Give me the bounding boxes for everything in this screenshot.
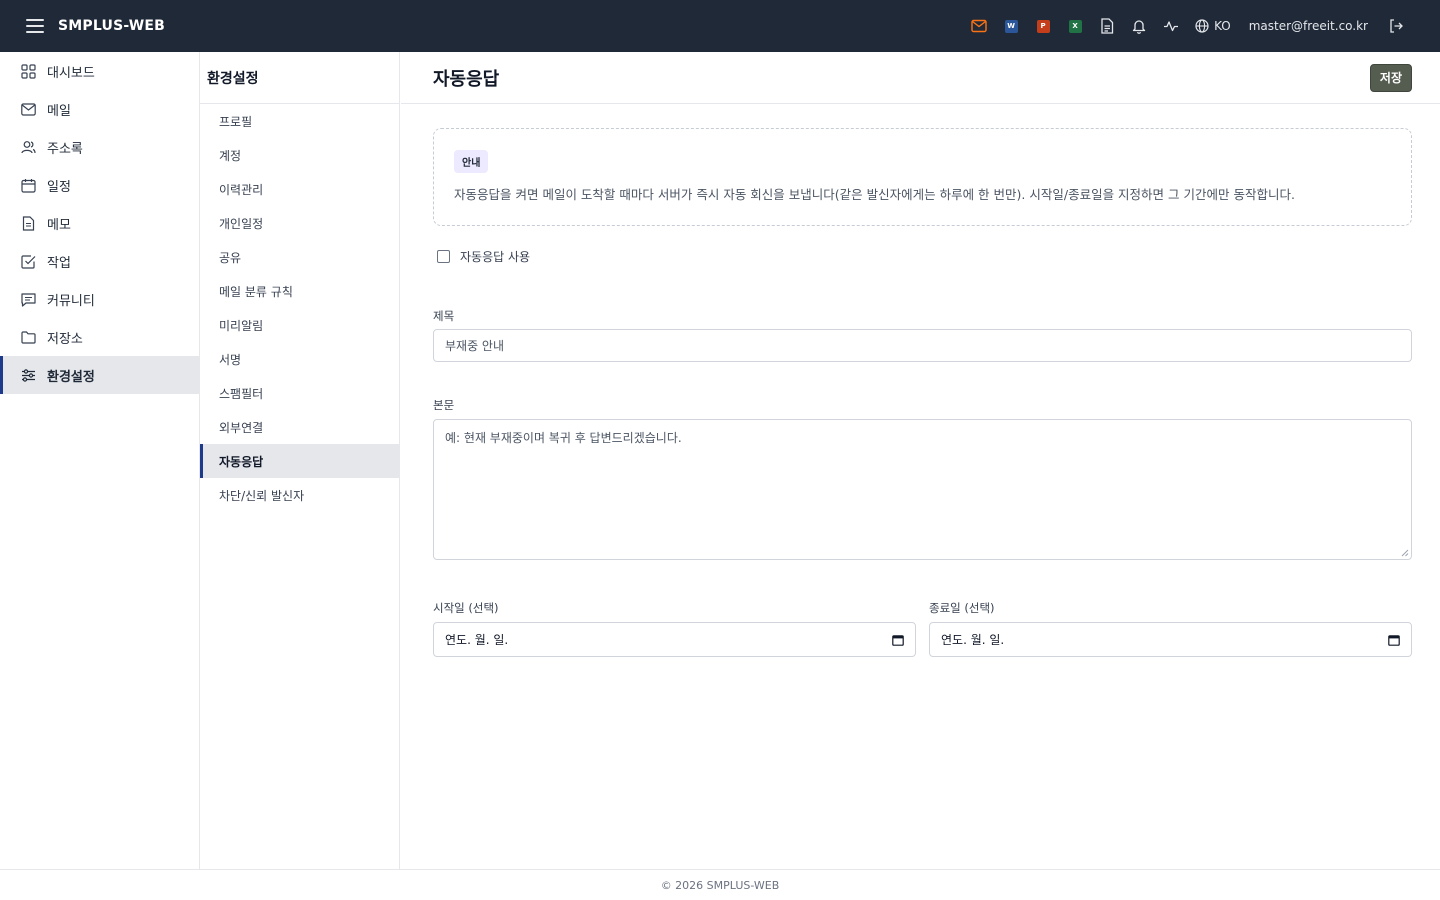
- powerpoint-icon[interactable]: P: [1027, 10, 1059, 42]
- mail-icon[interactable]: [963, 10, 995, 42]
- resize-handle-icon[interactable]: [1401, 549, 1409, 557]
- calendar-icon[interactable]: [1388, 634, 1400, 646]
- sidebar-item-memo[interactable]: 메모: [0, 204, 199, 242]
- body-textarea[interactable]: 예: 현재 부재중이며 복귀 후 답변드리겠습니다.: [433, 419, 1412, 560]
- word-icon[interactable]: W: [995, 10, 1027, 42]
- grid-icon: [20, 63, 36, 79]
- calendar-icon: [20, 177, 36, 193]
- subnav-item-profile[interactable]: 프로필: [200, 104, 399, 138]
- body-label: 본문: [433, 398, 455, 412]
- top-bar-actions: W P X KO master@freeit.co.kr: [963, 0, 1440, 52]
- activity-icon[interactable]: [1155, 10, 1187, 42]
- document-icon[interactable]: [1091, 10, 1123, 42]
- logout-icon[interactable]: [1380, 10, 1412, 42]
- subject-placeholder: 부재중 안내: [445, 339, 505, 353]
- sidebar-item-storage[interactable]: 저장소: [0, 318, 199, 356]
- info-notice: 안내 자동응답을 켜면 메일이 도착할 때마다 서버가 즉시 자동 회신을 보냅…: [433, 128, 1412, 226]
- language-selector[interactable]: KO: [1195, 19, 1231, 33]
- subnav-item-sharing[interactable]: 공유: [200, 240, 399, 274]
- subnav-item-signature[interactable]: 서명: [200, 342, 399, 376]
- folder-icon: [20, 329, 36, 345]
- subnav-list: 프로필 계정 이력관리 개인일정 공유 메일 분류 규칙 미리알림 서명 스팸필…: [200, 104, 399, 512]
- sidebar-item-label: 대시보드: [47, 65, 95, 81]
- sidebar-item-settings[interactable]: 환경설정: [0, 356, 199, 394]
- menu-icon[interactable]: [26, 19, 44, 33]
- sidebar-item-label: 환경설정: [47, 369, 95, 385]
- settings-subnav: 환경설정 프로필 계정 이력관리 개인일정 공유 메일 분류 규칙 미리알림 서…: [200, 52, 400, 869]
- sidebar-item-label: 일정: [47, 179, 71, 195]
- subnav-item-spam-filter[interactable]: 스팸필터: [200, 376, 399, 410]
- powerpoint-letter: P: [1036, 19, 1050, 33]
- sidebar-item-label: 메모: [47, 217, 71, 233]
- excel-letter: X: [1068, 19, 1082, 33]
- sidebar-item-label: 주소록: [47, 141, 83, 157]
- document-icon: [20, 215, 36, 231]
- sidebar-item-tasks[interactable]: 작업: [0, 242, 199, 280]
- end-date-input[interactable]: 연도. 월. 일.: [929, 622, 1412, 657]
- subnav-item-reminders[interactable]: 미리알림: [200, 308, 399, 342]
- users-icon: [20, 139, 36, 155]
- subnav-item-account[interactable]: 계정: [200, 138, 399, 172]
- auto-reply-toggle[interactable]: 자동응답 사용: [437, 248, 530, 265]
- start-date-input[interactable]: 연도. 월. 일.: [433, 622, 916, 657]
- app-brand[interactable]: SMPLUS-WEB: [58, 18, 165, 34]
- sidebar-item-label: 메일: [47, 103, 71, 119]
- subnav-title: 환경설정: [200, 52, 399, 104]
- subnav-item-blocked-trusted-senders[interactable]: 차단/신뢰 발신자: [200, 478, 399, 512]
- subject-label: 제목: [433, 309, 455, 323]
- mail-icon: [20, 101, 36, 117]
- word-letter: W: [1004, 19, 1018, 33]
- subnav-item-personal-schedule[interactable]: 개인일정: [200, 206, 399, 240]
- subnav-item-auto-reply[interactable]: 자동응답: [200, 444, 399, 478]
- footer: © 2026 SMPLUS-WEB: [0, 869, 1440, 900]
- page-title: 자동응답: [433, 68, 500, 90]
- sidebar-item-calendar[interactable]: 일정: [0, 166, 199, 204]
- sidebar-item-label: 작업: [47, 255, 71, 271]
- main-sidebar: 대시보드 메일 주소록 일정 메모 작업 커뮤니티 저장소 환경설정: [0, 52, 200, 869]
- end-date-label: 종료일 (선택): [929, 601, 995, 615]
- bell-icon[interactable]: [1123, 10, 1155, 42]
- sidebar-item-label: 커뮤니티: [47, 293, 95, 309]
- checkbox-icon: [20, 253, 36, 269]
- sidebar-item-dashboard[interactable]: 대시보드: [0, 52, 199, 90]
- subnav-item-mail-rules[interactable]: 메일 분류 규칙: [200, 274, 399, 308]
- save-button[interactable]: 저장: [1369, 63, 1412, 92]
- end-date-value: 연도. 월. 일.: [941, 633, 1005, 647]
- sidebar-item-label: 저장소: [47, 331, 83, 347]
- excel-icon[interactable]: X: [1059, 10, 1091, 42]
- top-bar: SMPLUS-WEB W P X KO master@freeit.co.kr: [0, 0, 1440, 52]
- sidebar-item-contacts[interactable]: 주소록: [0, 128, 199, 166]
- footer-copyright: © 2026 SMPLUS-WEB: [660, 878, 780, 892]
- subnav-item-history[interactable]: 이력관리: [200, 172, 399, 206]
- message-icon: [20, 291, 36, 307]
- body-placeholder: 예: 현재 부재중이며 복귀 후 답변드리겠습니다.: [445, 431, 682, 445]
- sliders-icon: [20, 367, 36, 383]
- auto-reply-checkbox[interactable]: [437, 250, 450, 263]
- user-email[interactable]: master@freeit.co.kr: [1249, 19, 1368, 33]
- start-date-value: 연도. 월. 일.: [445, 633, 509, 647]
- subject-input[interactable]: 부재중 안내: [433, 329, 1412, 362]
- notice-text: 자동응답을 켜면 메일이 도착할 때마다 서버가 즉시 자동 회신을 보냅니다(…: [454, 187, 1295, 202]
- start-date-label: 시작일 (선택): [433, 601, 499, 615]
- subnav-item-external-connections[interactable]: 외부연결: [200, 410, 399, 444]
- sidebar-item-community[interactable]: 커뮤니티: [0, 280, 199, 318]
- globe-icon: [1195, 19, 1209, 33]
- notice-badge: 안내: [454, 150, 489, 173]
- sidebar-item-mail[interactable]: 메일: [0, 90, 199, 128]
- language-label: KO: [1214, 19, 1231, 33]
- calendar-icon[interactable]: [892, 634, 904, 646]
- page-header: 자동응답 저장: [401, 52, 1440, 104]
- auto-reply-checkbox-label: 자동응답 사용: [460, 250, 531, 264]
- main-content: 자동응답 저장 안내 자동응답을 켜면 메일이 도착할 때마다 서버가 즉시 자…: [401, 52, 1440, 869]
